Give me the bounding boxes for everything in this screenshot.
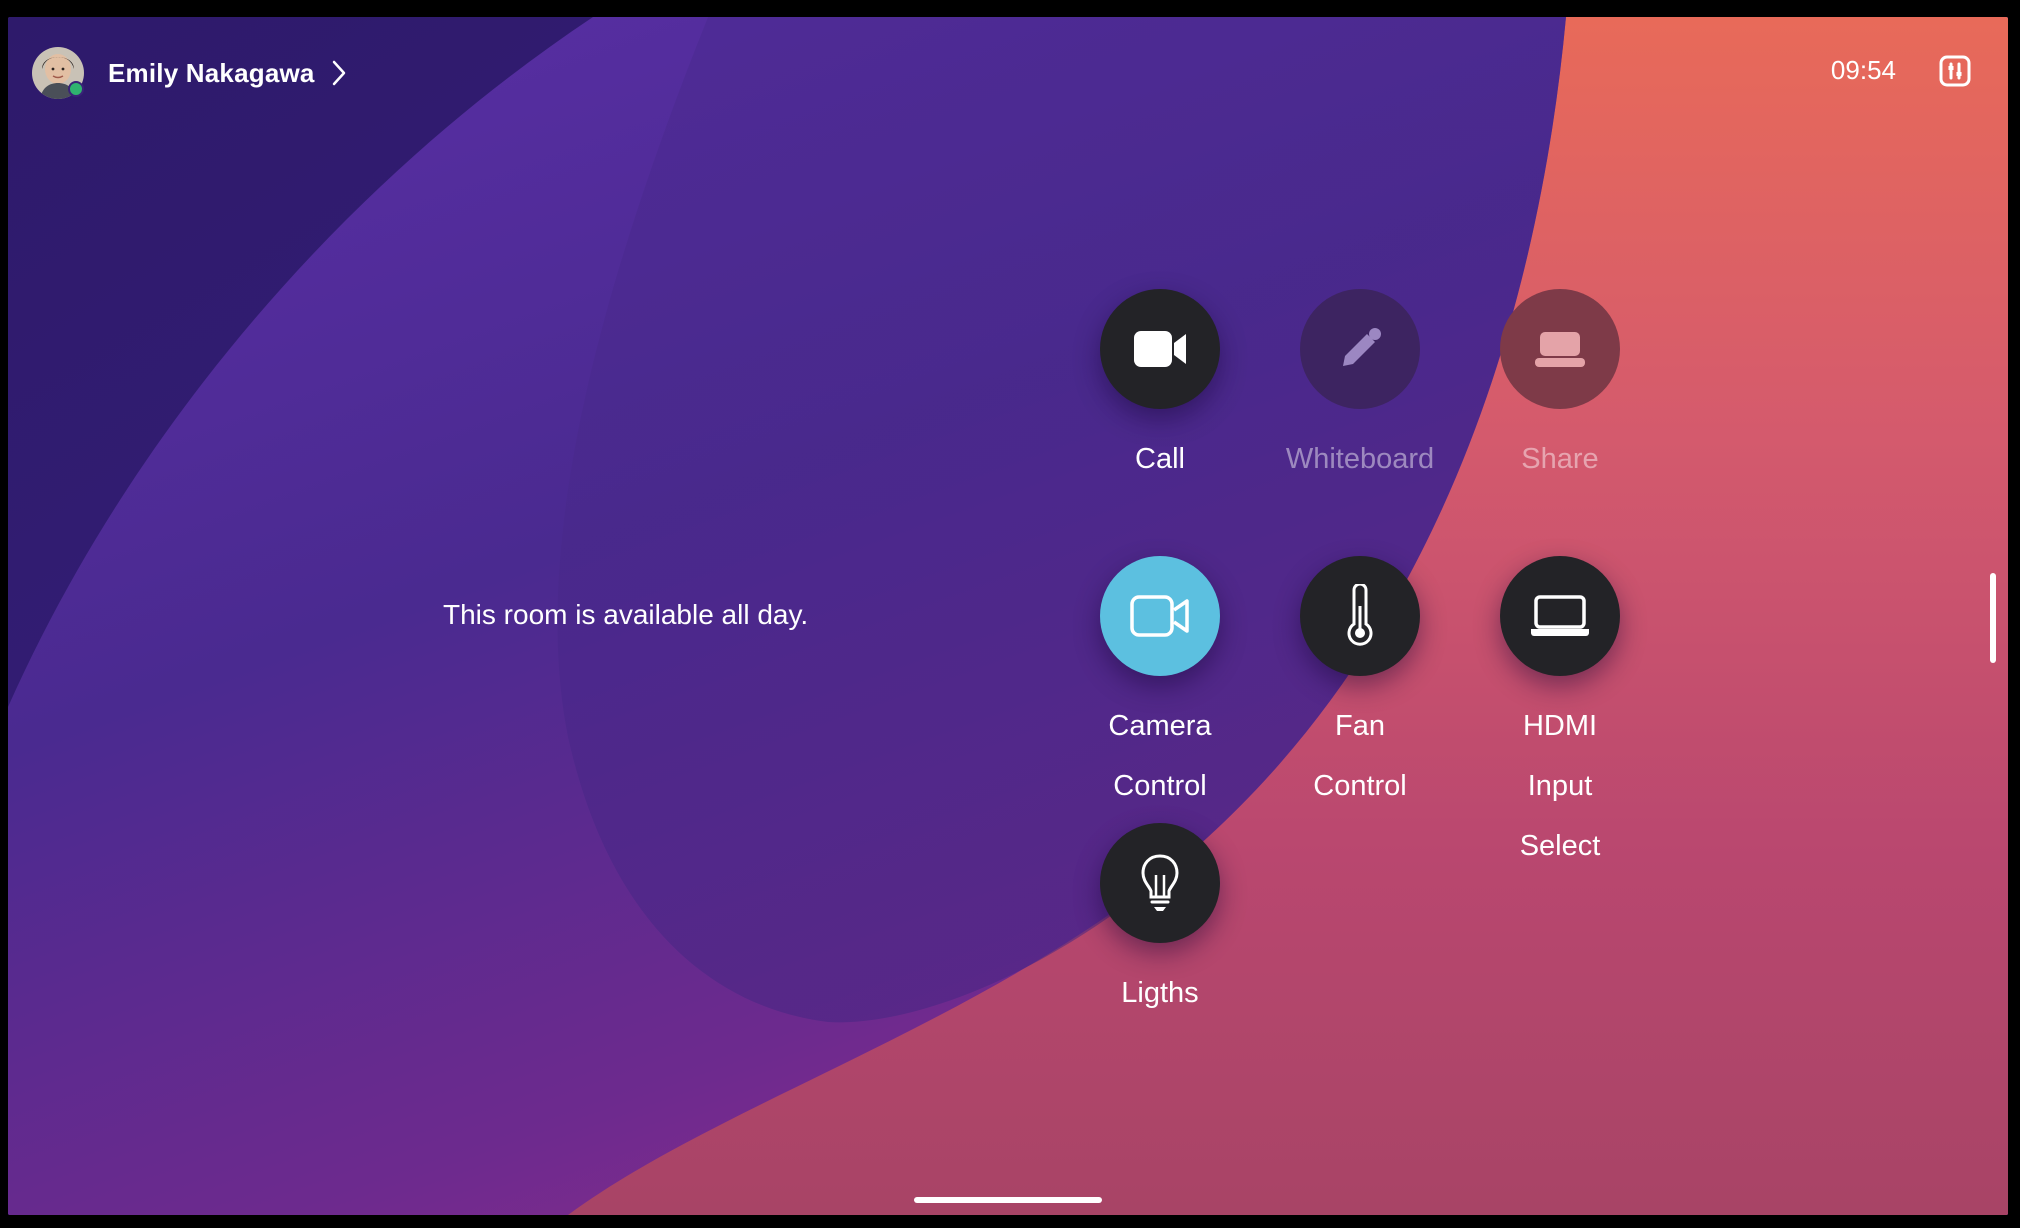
share-screen-icon (1535, 332, 1585, 367)
whiteboard-label: Whiteboard (1285, 443, 1435, 475)
home-screen: Emily Nakagawa 09:54 This room is availa… (8, 17, 2008, 1215)
thermometer-icon (1347, 584, 1373, 646)
share-button-circle[interactable] (1500, 289, 1620, 409)
user-profile-button[interactable]: Emily Nakagawa (32, 45, 349, 101)
share-button[interactable]: Share (1455, 289, 1665, 489)
share-label: Share (1521, 443, 1599, 475)
lights-button-circle[interactable] (1100, 823, 1220, 943)
whiteboard-button[interactable]: Whiteboard (1255, 289, 1465, 489)
hdmi-input-select-button-circle[interactable] (1500, 556, 1620, 676)
control-panel-icon[interactable] (1938, 54, 1972, 88)
device-frame: Emily Nakagawa 09:54 This room is availa… (0, 0, 2020, 1228)
user-name: Emily Nakagawa (108, 57, 315, 88)
laptop-icon (1531, 595, 1589, 636)
whiteboard-button-circle[interactable] (1300, 289, 1420, 409)
fan-control-button-circle[interactable] (1300, 556, 1420, 676)
hdmi-input-select-button[interactable]: HDMI Input Select (1455, 556, 1665, 876)
video-camera-filled-icon (1134, 331, 1186, 367)
lights-button[interactable]: Ligths (1055, 823, 1265, 1023)
home-indicator[interactable] (914, 1197, 1102, 1203)
lights-label: Ligths (1121, 977, 1199, 1009)
video-camera-outline-icon (1130, 595, 1189, 637)
clock: 09:54 (1830, 55, 1896, 85)
call-button[interactable]: Call (1055, 289, 1265, 489)
camera-control-button-circle[interactable] (1100, 556, 1220, 676)
fan-control-button[interactable]: Fan Control (1255, 556, 1465, 816)
call-button-circle[interactable] (1100, 289, 1220, 409)
chevron-right-icon (332, 60, 345, 86)
lightbulb-icon (1141, 854, 1179, 911)
presence-indicator (68, 81, 84, 97)
camera-control-label: Camera Control (1108, 710, 1212, 802)
wallpaper (8, 17, 2008, 1215)
hdmi-input-select-label: HDMI Input Select (1519, 710, 1601, 862)
call-label: Call (1135, 443, 1185, 475)
room-availability-message: This room is available all day. (443, 599, 809, 630)
avatar (32, 47, 84, 99)
camera-control-button[interactable]: Camera Control (1055, 556, 1265, 816)
fan-control-label: Fan Control (1313, 710, 1407, 802)
pencil-icon (1343, 328, 1381, 366)
scroll-indicator[interactable] (1990, 573, 1996, 663)
